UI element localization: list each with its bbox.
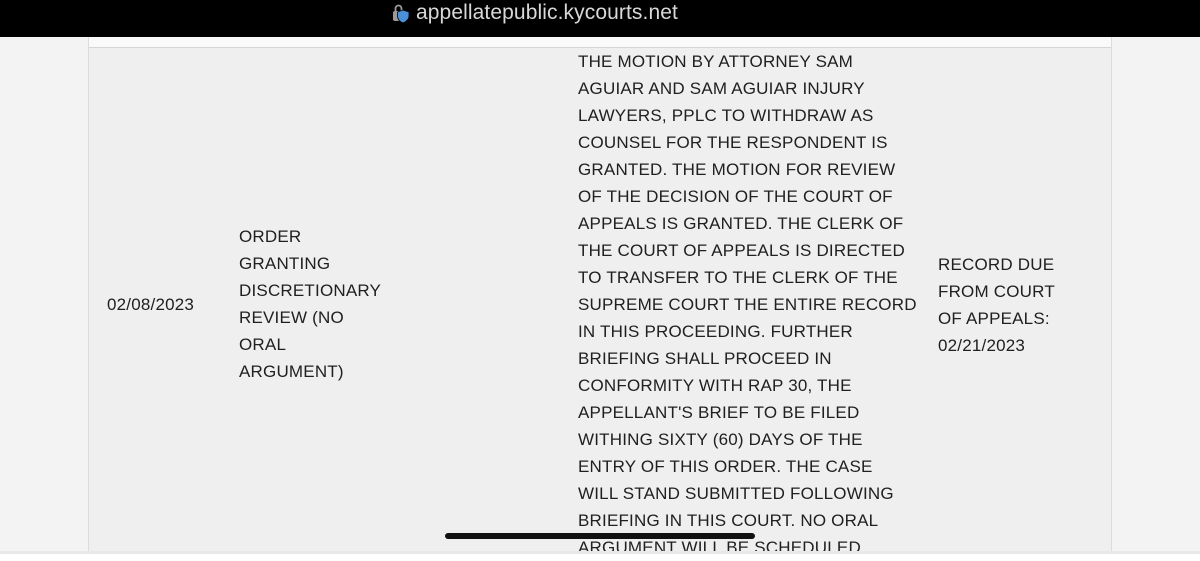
browser-address-bar: appellatepublic.kycourts.net — [0, 0, 1200, 37]
docket-note: RECORD DUE FROM COURT OF APPEALS: 02/21/202… — [938, 255, 1055, 355]
docket-entry-type: ORDER GRANTING DISCRETIONARY REVIEW (NO ORAL… — [239, 227, 382, 381]
url-text: appellatepublic.kycourts.net — [416, 0, 678, 24]
home-indicator[interactable] — [445, 533, 755, 539]
header-strip — [89, 37, 1111, 47]
lock-shield-icon — [390, 2, 412, 24]
docket-page: 02/08/2023 ORDER GRANTING DISCRETIONARY REV… — [0, 37, 1200, 557]
url-display[interactable]: appellatepublic.kycourts.net — [390, 0, 678, 25]
docket-table: 02/08/2023 ORDER GRANTING DISCRETIONARY REV… — [88, 37, 1112, 557]
docket-date: 02/08/2023 — [107, 295, 195, 314]
docket-description: THE MOTION BY ATTORNEY SAM AGUIAR AND SAM… — [578, 52, 917, 557]
